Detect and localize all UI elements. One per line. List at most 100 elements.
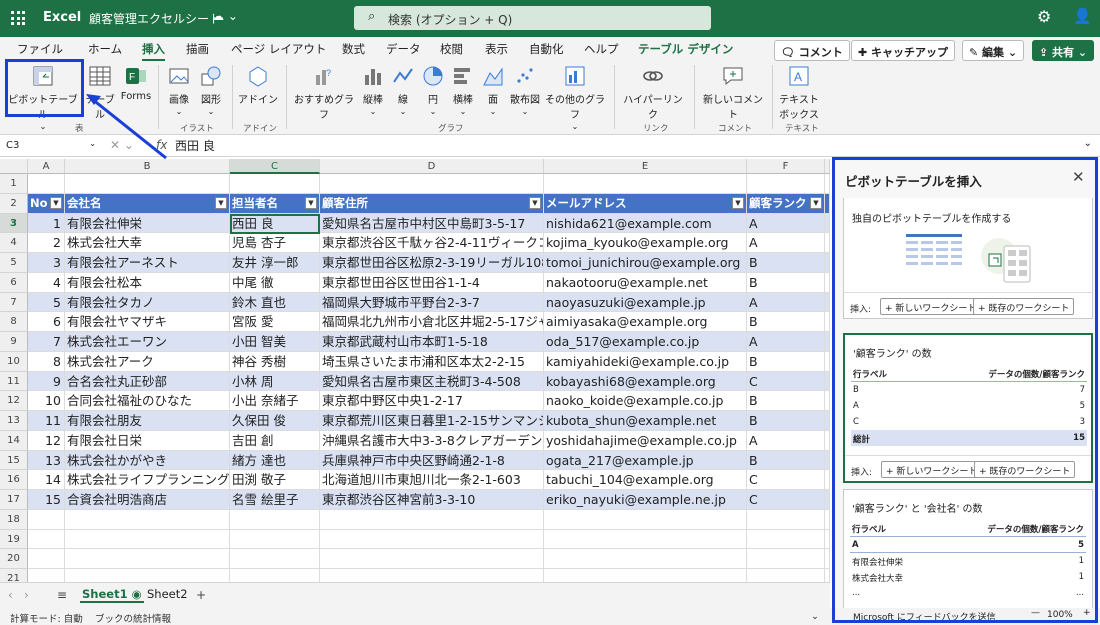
row-header[interactable]: 16: [0, 470, 28, 490]
empty-cell[interactable]: [230, 509, 320, 529]
row-header[interactable]: 3: [0, 213, 28, 234]
table-cell[interactable]: C: [747, 490, 825, 509]
table-cell[interactable]: 合同会社福祉のひなた: [65, 391, 230, 410]
filter-dropdown-icon[interactable]: ▼: [810, 196, 822, 209]
user-icon[interactable]: 👤: [1073, 7, 1092, 25]
table-cell[interactable]: 4: [28, 272, 65, 292]
table-cell[interactable]: 東京都渋谷区神宮前3-3-10: [320, 490, 544, 509]
close-icon[interactable]: ✕: [1072, 168, 1085, 186]
table-cell[interactable]: 名雪 絵里子: [230, 490, 320, 509]
table-cell[interactable]: 8: [28, 351, 65, 371]
row-header[interactable]: 7: [0, 292, 28, 313]
table-cell[interactable]: 株式会社かがやき: [65, 450, 230, 470]
sheet-list-icon[interactable]: ≡: [57, 588, 67, 602]
tab-view[interactable]: 表示: [485, 41, 508, 57]
workbook-stats[interactable]: ブックの統計情報: [95, 611, 171, 625]
tab-formulas[interactable]: 数式: [342, 41, 365, 57]
empty-cell[interactable]: [28, 529, 65, 549]
empty-cell[interactable]: [825, 450, 830, 470]
empty-cell[interactable]: [825, 411, 830, 430]
create-own-pivot-card[interactable]: 独自のピボットテーブルを作成する 挿入: + 新しいワークシート + 既存のワー…: [843, 198, 1093, 319]
row-header[interactable]: 4: [0, 233, 28, 253]
table-cell[interactable]: 東京都世田谷区松原2-3-19リーガル108: [320, 253, 544, 272]
expand-formula-icon[interactable]: ⌄: [1084, 138, 1092, 149]
tab-automate[interactable]: 自動化: [529, 41, 564, 57]
table-cell[interactable]: A: [747, 292, 825, 312]
forms-button[interactable]: F Forms: [120, 65, 152, 102]
table-cell[interactable]: 株式会社アーク: [65, 351, 230, 371]
empty-cell[interactable]: [747, 549, 825, 568]
table-cell[interactable]: tabuchi_104@example.org: [544, 470, 747, 489]
empty-cell[interactable]: [825, 470, 830, 489]
doc-status-icon[interactable]: ☁ ⌄: [212, 9, 238, 23]
table-cell[interactable]: aimiyasaka@example.org: [544, 312, 747, 331]
table-cell[interactable]: 神谷 秀樹: [230, 351, 320, 371]
table-cell[interactable]: 中尾 徹: [230, 272, 320, 292]
row-header[interactable]: 2: [0, 193, 28, 214]
table-cell[interactable]: 愛知県名古屋市中村区中島町3-5-17: [320, 213, 544, 233]
table-cell[interactable]: 有限会社伸栄: [65, 213, 230, 233]
column-header[interactable]: C: [230, 159, 320, 174]
empty-cell[interactable]: [544, 549, 747, 568]
tab-home[interactable]: ホーム: [88, 41, 122, 57]
column-header[interactable]: D: [320, 159, 544, 174]
filter-dropdown-icon[interactable]: ▼: [215, 196, 227, 209]
tab-insert[interactable]: 挿入: [142, 41, 165, 62]
empty-cell[interactable]: [825, 490, 830, 509]
table-cell[interactable]: ogata_217@example.jp: [544, 450, 747, 470]
table-cell[interactable]: 2: [28, 233, 65, 252]
table-cell[interactable]: 緒方 達也: [230, 450, 320, 470]
empty-cell[interactable]: [320, 509, 544, 529]
table-cell[interactable]: 小出 奈緒子: [230, 391, 320, 410]
table-cell[interactable]: A: [747, 430, 825, 450]
empty-cell[interactable]: [230, 174, 320, 193]
table-cell[interactable]: yoshidahajime@example.co.jp: [544, 430, 747, 450]
tab-draw[interactable]: 描画: [186, 41, 209, 57]
empty-cell[interactable]: [320, 529, 544, 549]
zoom-in-icon[interactable]: +: [1083, 608, 1091, 618]
table-cell[interactable]: 久保田 俊: [230, 411, 320, 430]
table-cell[interactable]: 愛知県名古屋市東区主税町3-4-508: [320, 371, 544, 391]
empty-cell[interactable]: [544, 529, 747, 549]
table-cell[interactable]: 東京都渋谷区千駄ヶ谷2-4-11ヴィークコート: [320, 233, 544, 252]
empty-cell[interactable]: [825, 332, 830, 351]
empty-cell[interactable]: [65, 174, 230, 193]
table-cell[interactable]: 埼玉県さいたま市浦和区本太2-2-15: [320, 351, 544, 371]
shape-button[interactable]: 図形 ⌄: [196, 65, 226, 117]
zoom-level[interactable]: 100%: [1047, 610, 1073, 620]
table-cell[interactable]: B: [747, 351, 825, 371]
table-cell[interactable]: 1: [28, 213, 65, 233]
table-cell[interactable]: 福岡県大野城市平野台2-3-7: [320, 292, 544, 312]
column-header[interactable]: F: [747, 159, 825, 174]
table-cell[interactable]: 田渕 敬子: [230, 470, 320, 489]
table-header-cell[interactable]: メールアドレス ▼: [544, 193, 747, 213]
table-cell[interactable]: B: [747, 391, 825, 410]
table-cell[interactable]: C: [747, 470, 825, 489]
pie-chart-button[interactable]: 円 ⌄: [420, 65, 446, 117]
empty-cell[interactable]: [544, 174, 747, 193]
table-cell[interactable]: 6: [28, 312, 65, 331]
app-launcher-icon[interactable]: [11, 11, 25, 25]
other-charts-button[interactable]: その他のグラフ ⌄: [543, 65, 607, 132]
table-cell[interactable]: 15: [28, 490, 65, 509]
row-header[interactable]: 17: [0, 490, 28, 510]
empty-cell[interactable]: [230, 569, 320, 582]
row-header[interactable]: 6: [0, 272, 28, 293]
empty-cell[interactable]: [65, 529, 230, 549]
table-cell[interactable]: A: [747, 233, 825, 252]
table-cell[interactable]: 14: [28, 470, 65, 489]
row-header[interactable]: 5: [0, 253, 28, 273]
tab-data[interactable]: データ: [386, 41, 421, 57]
table-cell[interactable]: naoko_koide@example.co.jp: [544, 391, 747, 410]
row-header[interactable]: 12: [0, 391, 28, 411]
new-comment-button[interactable]: 新しいコメント: [700, 65, 766, 121]
column-header[interactable]: A: [28, 159, 65, 174]
table-cell[interactable]: 有限会社松本: [65, 272, 230, 292]
row-header[interactable]: 19: [0, 529, 28, 550]
table-cell[interactable]: 小林 周: [230, 371, 320, 391]
image-button[interactable]: 画像 ⌄: [164, 65, 194, 117]
table-cell[interactable]: 鈴木 直也: [230, 292, 320, 312]
card1-existing-sheet-button[interactable]: + 既存のワークシート: [973, 298, 1075, 315]
select-all-corner[interactable]: [0, 159, 28, 174]
recommended-charts-button[interactable]: ? おすすめグラフ: [292, 65, 356, 121]
